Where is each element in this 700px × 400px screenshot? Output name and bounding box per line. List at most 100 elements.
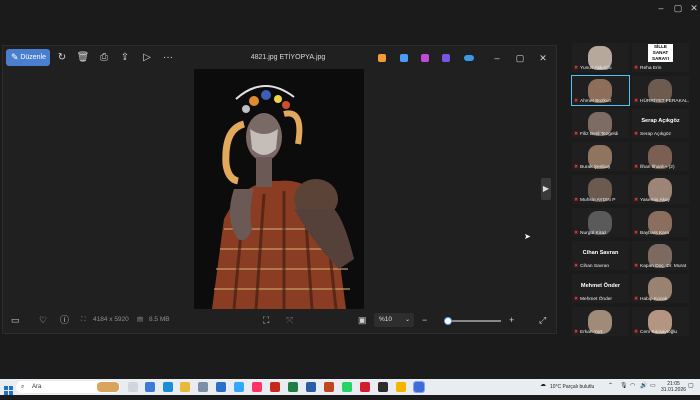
muted-mic-icon: ✖ bbox=[574, 297, 579, 302]
participant-name-text: Kapan Doç. Dr. Murat bbox=[640, 264, 687, 269]
host-close-button[interactable]: ✕ bbox=[686, 2, 700, 14]
more-options-button[interactable]: ··· bbox=[161, 51, 175, 65]
participant-label: SİLLE SANAT SARAYI bbox=[648, 44, 673, 62]
participant-tile[interactable]: ✖ Ahmet Bozkurt bbox=[571, 75, 630, 106]
photo-viewer-image bbox=[194, 69, 364, 309]
bottom-toolbar: ▭ ♡ ⓘ ⛶ 4184 x 5920 ▤ 8.5 MB ⛶ ⤧ ▣ %10 ⌄… bbox=[3, 308, 556, 333]
fullscreen-icon[interactable]: ⤢ bbox=[539, 314, 546, 326]
maximize-button[interactable]: ▢ bbox=[513, 51, 527, 65]
participant-name-text: Yunus Akkoğlu bbox=[580, 66, 612, 71]
fit-to-window-icon[interactable]: ▣ bbox=[358, 314, 367, 326]
participant-name: ✖ Erkan Yurt bbox=[574, 329, 602, 336]
participant-name-text: Habip Kocak bbox=[640, 297, 668, 302]
participant-tile[interactable]: SİLLE SANAT SARAYI ✖ Reha Erin bbox=[632, 43, 689, 72]
file-explorer-icon[interactable] bbox=[180, 382, 190, 392]
taskbar-search-box[interactable]: ⌕ Ara bbox=[16, 381, 120, 393]
participant-name: ✖ Filiz Beril Tezgeldi bbox=[574, 131, 618, 138]
start-button[interactable] bbox=[4, 382, 13, 395]
store-taskbar-icon[interactable] bbox=[198, 382, 208, 392]
indesign-taskbar-icon[interactable] bbox=[252, 382, 262, 392]
chrome-taskbar-icon[interactable] bbox=[396, 382, 406, 392]
app-dark-taskbar-icon[interactable] bbox=[378, 382, 388, 392]
print-icon[interactable]: ⎙ bbox=[97, 51, 111, 65]
slideshow-icon[interactable]: ▷ bbox=[140, 51, 154, 65]
edit-button[interactable]: ✎ Düzenle bbox=[6, 49, 50, 66]
participant-tile[interactable]: ✖ Burak Şenbaş bbox=[572, 142, 629, 171]
microphone-icon[interactable]: 🎙 bbox=[620, 383, 628, 389]
designer-app-icon[interactable] bbox=[400, 54, 408, 62]
participant-name-text: Reha Erin bbox=[640, 66, 662, 71]
clock[interactable]: 21:05 31.01.2026 bbox=[661, 381, 686, 393]
participant-tile[interactable]: ✖ Nurgül Kiraz bbox=[572, 208, 629, 237]
participant-tile[interactable]: ✖ Yasemin Akay bbox=[632, 175, 689, 204]
participant-tile[interactable]: Serap Açıkgöz ✖ Serap Açıkgöz bbox=[632, 109, 689, 138]
delete-icon[interactable]: 🗑 bbox=[76, 51, 90, 65]
copilot-app-icon[interactable] bbox=[442, 54, 450, 62]
info-icon[interactable]: ⓘ bbox=[60, 314, 69, 326]
volume-icon[interactable]: 🔊 bbox=[640, 383, 647, 389]
word-taskbar-icon[interactable] bbox=[306, 382, 316, 392]
muted-mic-icon: ✖ bbox=[574, 165, 579, 170]
edit-icon: ✎ bbox=[11, 52, 19, 62]
tray-chevron-icon[interactable]: ⌃ bbox=[608, 383, 613, 389]
edge-taskbar-icon[interactable] bbox=[163, 382, 173, 392]
muted-mic-icon: ✖ bbox=[574, 99, 579, 104]
outlook-taskbar-icon[interactable] bbox=[216, 382, 226, 392]
wifi-icon[interactable]: ◠ bbox=[630, 383, 635, 389]
favorite-heart-icon[interactable]: ♡ bbox=[39, 314, 47, 326]
colors-app-icon[interactable] bbox=[378, 54, 386, 62]
participant-tile[interactable]: ✖ Muhsin AYDIN P bbox=[572, 175, 629, 204]
zoom-out-button[interactable]: − bbox=[422, 314, 427, 326]
clipchamp-app-icon[interactable] bbox=[421, 54, 429, 62]
notifications-icon[interactable]: ▢ bbox=[688, 383, 694, 389]
next-image-button[interactable]: ▶ bbox=[541, 178, 551, 200]
battery-icon[interactable]: ▭ bbox=[650, 383, 656, 389]
muted-mic-icon: ✖ bbox=[574, 66, 579, 71]
share-icon[interactable]: ⇪ bbox=[118, 51, 132, 65]
zoom-slider-thumb[interactable] bbox=[443, 317, 452, 325]
participant-tile[interactable]: ✖ Erkan Yurt bbox=[572, 307, 629, 336]
participant-tile[interactable]: Cihan Savran ✖ Cihan Savran bbox=[572, 241, 629, 270]
crop-icon[interactable]: ⛶ bbox=[263, 314, 269, 326]
copilot-taskbar-icon[interactable] bbox=[145, 382, 155, 392]
minimize-button[interactable]: – bbox=[490, 51, 504, 65]
powerpoint-taskbar-icon[interactable] bbox=[324, 382, 334, 392]
participant-name: ✖ Habip Kocak bbox=[634, 296, 667, 303]
participant-tile[interactable]: ✖ Filiz Beril Tezgeldi bbox=[572, 109, 629, 138]
zoom-in-button[interactable]: + bbox=[509, 314, 514, 326]
participant-tile[interactable]: ✖ Habip Kocak bbox=[632, 274, 689, 303]
zoom-taskbar-icon[interactable] bbox=[413, 381, 425, 393]
participant-tile[interactable]: ✖ İlhan İlhanlı+ (2) bbox=[632, 142, 689, 171]
task-view-icon[interactable] bbox=[128, 382, 138, 392]
participant-tile[interactable]: ✖ Yunus Akkoğlu bbox=[572, 43, 629, 72]
photoshop-taskbar-icon[interactable] bbox=[234, 382, 244, 392]
whatsapp-taskbar-icon[interactable] bbox=[342, 382, 352, 392]
participant-name: ✖ Kapan Doç. Dr. Murat bbox=[634, 263, 686, 270]
participant-name: ✖ Reha Erin bbox=[634, 65, 661, 72]
compare-icon[interactable]: ⤧ bbox=[286, 314, 293, 326]
participant-tile[interactable]: ✖ Baybars Kara bbox=[632, 208, 689, 237]
participant-name: ✖HÜRRİYET FERAKAL AKIN bbox=[634, 98, 689, 105]
zoom-slider[interactable] bbox=[443, 317, 501, 325]
participant-name-text: HÜRRİYET FERAKAL AKIN bbox=[640, 99, 689, 104]
participant-tile[interactable]: Mehmet Önder ✖ Mehmet Önder bbox=[572, 274, 629, 303]
zoom-level-dropdown[interactable]: %10 ⌄ bbox=[374, 313, 414, 327]
app-red-taskbar-icon[interactable] bbox=[360, 382, 370, 392]
close-button[interactable]: ✕ bbox=[536, 51, 550, 65]
host-maximize-button[interactable]: ▢ bbox=[670, 2, 686, 14]
muted-mic-icon: ✖ bbox=[574, 132, 579, 137]
participant-tile[interactable]: ✖ Kapan Doç. Dr. Murat bbox=[632, 241, 689, 270]
host-minimize-button[interactable]: – bbox=[653, 2, 669, 14]
file-title: 4821.jpg ETİYOPYA.jpg bbox=[250, 54, 326, 61]
filmstrip-icon[interactable]: ▭ bbox=[11, 314, 20, 326]
muted-mic-icon: ✖ bbox=[634, 297, 639, 302]
weather-text[interactable]: 10°C Parçalı bulutlu bbox=[550, 384, 594, 390]
onedrive-icon[interactable] bbox=[464, 55, 474, 61]
muted-mic-icon: ✖ bbox=[574, 330, 579, 335]
acrobat-taskbar-icon[interactable] bbox=[270, 382, 280, 392]
participant-tile[interactable]: ✖ Cem Karaayıoğlu bbox=[632, 307, 689, 336]
participant-tile[interactable]: ✖HÜRRİYET FERAKAL AKIN bbox=[632, 76, 689, 105]
participant-name-text: Burak Şenbaş bbox=[580, 165, 611, 170]
excel-taskbar-icon[interactable] bbox=[288, 382, 298, 392]
rotate-icon[interactable]: ↻ bbox=[55, 51, 69, 65]
